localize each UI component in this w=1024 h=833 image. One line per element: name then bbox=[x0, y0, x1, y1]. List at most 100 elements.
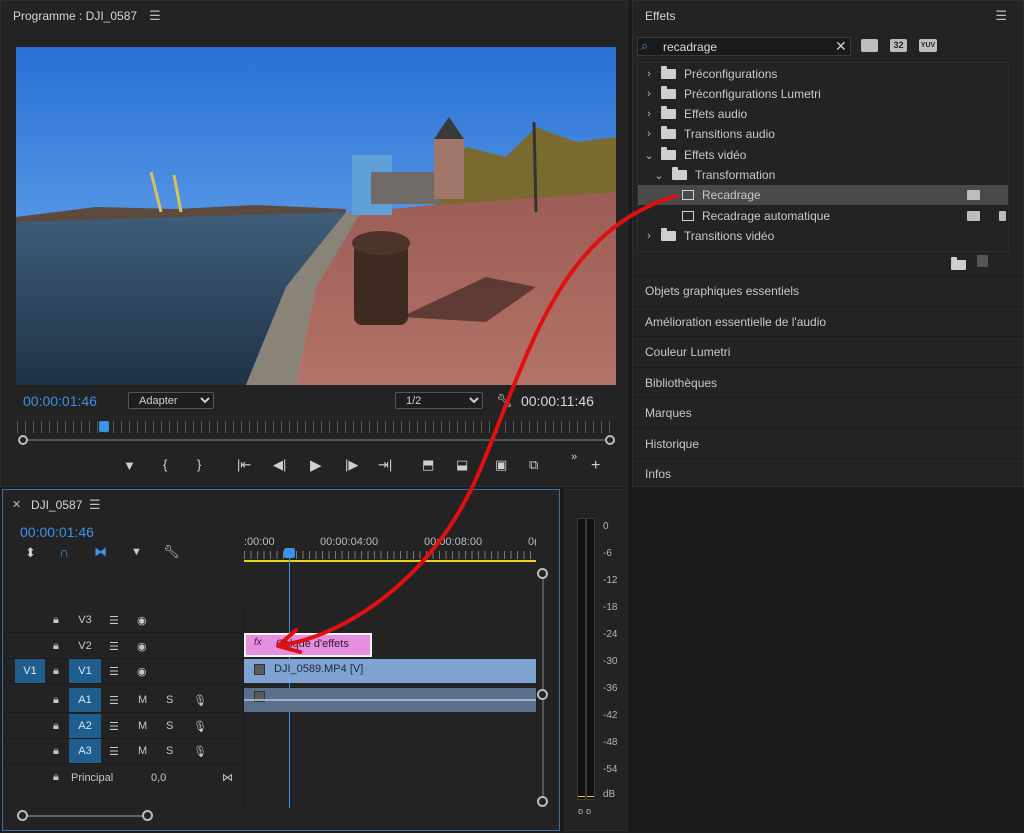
more-controls-icon[interactable]: » bbox=[571, 451, 577, 463]
delete-icon[interactable] bbox=[977, 255, 988, 267]
add-marker-icon[interactable]: ▼ bbox=[131, 546, 142, 558]
extract-icon[interactable]: ⬓ bbox=[456, 457, 468, 473]
vertical-scroll-mid-handle[interactable] bbox=[537, 689, 548, 700]
section-essential-graphics[interactable]: Objets graphiques essentiels bbox=[633, 275, 1023, 305]
mark-in-icon[interactable]: { bbox=[163, 457, 167, 472]
resolution-dropdown[interactable]: 1/2 bbox=[395, 392, 483, 409]
chevron-down-icon[interactable]: ⌄ bbox=[652, 169, 666, 182]
sync-lock-icon[interactable]: ☰ bbox=[109, 640, 119, 653]
32bit-effects-badge[interactable]: 32 bbox=[890, 39, 907, 52]
timeline-settings-wrench-icon[interactable]: 🔧︎ bbox=[163, 544, 180, 560]
track-name[interactable]: V1 bbox=[69, 659, 101, 683]
section-markers[interactable]: Marques bbox=[633, 397, 1023, 427]
lock-icon[interactable]: 🔒︎ bbox=[53, 694, 59, 707]
panel-menu-icon[interactable]: ☰ bbox=[149, 8, 161, 24]
eye-icon[interactable]: ◉ bbox=[137, 640, 147, 653]
sync-lock-icon[interactable]: ☰ bbox=[109, 720, 119, 733]
section-essential-sound[interactable]: Amélioration essentielle de l'audio bbox=[633, 306, 1023, 336]
accelerated-effects-icon[interactable] bbox=[861, 39, 878, 52]
video-clip[interactable]: DJI_0589.MP4 [V] bbox=[244, 659, 536, 683]
sync-lock-icon[interactable]: ☰ bbox=[109, 745, 119, 758]
vertical-scroll-track[interactable] bbox=[542, 574, 544, 800]
track-name[interactable]: A1 bbox=[69, 688, 101, 712]
tree-item-video-effects[interactable]: ⌄ Effets vidéo bbox=[638, 145, 1008, 165]
mute-button[interactable]: M bbox=[138, 745, 147, 757]
timeline-playhead-handle[interactable] bbox=[284, 548, 295, 558]
timeline-menu-icon[interactable]: ☰ bbox=[89, 497, 101, 513]
add-marker-icon[interactable]: ▼ bbox=[123, 458, 136, 473]
chevron-right-icon[interactable]: › bbox=[642, 88, 656, 100]
sync-lock-icon[interactable]: ☰ bbox=[109, 694, 119, 707]
mute-button[interactable]: M bbox=[138, 694, 147, 706]
sync-lock-icon[interactable]: ☰ bbox=[109, 665, 119, 678]
playhead-marker[interactable] bbox=[99, 421, 109, 432]
effects-search-input[interactable]: recadrage bbox=[663, 40, 717, 54]
scrub-start-handle[interactable] bbox=[18, 435, 28, 445]
scrub-end-handle[interactable] bbox=[605, 435, 615, 445]
scrub-track[interactable] bbox=[23, 439, 610, 441]
source-patch-v1[interactable]: V1 bbox=[15, 659, 45, 683]
tree-item-transform[interactable]: ⌄ Transformation bbox=[638, 165, 1008, 185]
effects-title[interactable]: Effets bbox=[645, 9, 675, 23]
mark-out-icon[interactable]: } bbox=[197, 457, 201, 472]
track-name[interactable]: V3 bbox=[75, 614, 95, 626]
lock-icon[interactable]: 🔒︎ bbox=[53, 665, 59, 678]
section-info[interactable]: Infos bbox=[633, 458, 1023, 488]
camera-icon[interactable]: ▣ bbox=[495, 457, 507, 473]
play-icon[interactable]: ▶ bbox=[310, 456, 322, 474]
chevron-right-icon[interactable]: › bbox=[642, 128, 656, 140]
yuv-effects-badge[interactable]: YUV bbox=[919, 39, 937, 52]
clear-search-icon[interactable]: ✕ bbox=[835, 38, 847, 55]
solo-button[interactable]: S bbox=[166, 720, 173, 732]
tree-item-presets[interactable]: › Préconfigurations bbox=[638, 64, 1008, 84]
tree-item-auto-reframe[interactable]: Recadrage automatique bbox=[638, 206, 1008, 226]
solo-right-icon[interactable]: o bbox=[586, 806, 591, 816]
track-name[interactable]: A2 bbox=[69, 714, 101, 738]
step-forward-icon[interactable]: |▶ bbox=[345, 457, 358, 473]
sync-lock-icon[interactable]: ☰ bbox=[109, 614, 119, 627]
audio-clip[interactable] bbox=[244, 688, 536, 712]
horizontal-scroll-left-handle[interactable] bbox=[17, 810, 28, 821]
chevron-right-icon[interactable]: › bbox=[642, 108, 656, 120]
effects-menu-icon[interactable]: ☰ bbox=[995, 8, 1007, 24]
go-to-out-icon[interactable]: ⇥| bbox=[378, 457, 392, 473]
solo-button[interactable]: S bbox=[166, 694, 173, 706]
collapse-icon[interactable]: ⋈ bbox=[222, 771, 233, 784]
linked-selection-icon[interactable]: ⧓ bbox=[94, 544, 107, 560]
chevron-down-icon[interactable]: ⌄ bbox=[642, 149, 656, 162]
section-history[interactable]: Historique bbox=[633, 428, 1023, 458]
eye-icon[interactable]: ◉ bbox=[137, 665, 147, 678]
new-folder-icon[interactable] bbox=[951, 257, 966, 270]
eye-icon[interactable]: ◉ bbox=[137, 614, 147, 627]
lock-icon[interactable]: 🔒︎ bbox=[53, 745, 59, 758]
timeline-tab-title[interactable]: DJI_0587 bbox=[31, 498, 82, 512]
lift-icon[interactable]: ⬒ bbox=[422, 457, 434, 473]
timeline-timecode[interactable]: 00:00:01:46 bbox=[20, 524, 94, 540]
step-back-icon[interactable]: ◀| bbox=[273, 457, 286, 473]
lock-icon[interactable]: 🔒︎ bbox=[53, 614, 59, 627]
fit-dropdown[interactable]: Adapter bbox=[128, 392, 214, 409]
microphone-icon[interactable]: 🎙︎ bbox=[193, 720, 207, 733]
snap-magnet-icon[interactable]: ∩ bbox=[59, 544, 69, 560]
wrench-icon[interactable]: 🔧︎ bbox=[496, 393, 513, 409]
go-to-in-icon[interactable]: |⇤ bbox=[237, 457, 251, 473]
lock-icon[interactable]: 🔒︎ bbox=[53, 640, 59, 653]
tree-item-video-transitions[interactable]: › Transitions vidéo bbox=[638, 226, 1008, 246]
program-monitor-title[interactable]: Programme : DJI_0587 bbox=[13, 9, 137, 23]
work-area-bar[interactable] bbox=[244, 560, 536, 562]
chevron-right-icon[interactable]: › bbox=[642, 230, 656, 242]
current-timecode[interactable]: 00:00:01:46 bbox=[23, 393, 97, 409]
tree-item-crop[interactable]: Recadrage bbox=[638, 185, 1008, 205]
lock-icon[interactable]: 🔒︎ bbox=[53, 771, 59, 784]
tree-item-audio-transitions[interactable]: › Transitions audio bbox=[638, 124, 1008, 144]
nest-sequence-icon[interactable]: ⬍ bbox=[25, 545, 36, 561]
vertical-scroll-bottom-handle[interactable] bbox=[537, 796, 548, 807]
section-libraries[interactable]: Bibliothèques bbox=[633, 367, 1023, 397]
track-name[interactable]: V2 bbox=[75, 640, 95, 652]
button-editor-icon[interactable]: + bbox=[591, 457, 600, 475]
chevron-right-icon[interactable]: › bbox=[642, 68, 656, 80]
close-tab-icon[interactable]: ✕ bbox=[12, 498, 21, 511]
track-name[interactable]: A3 bbox=[69, 739, 101, 763]
solo-button[interactable]: S bbox=[166, 745, 173, 757]
tree-item-lumetri-presets[interactable]: › Préconfigurations Lumetri bbox=[638, 84, 1008, 104]
